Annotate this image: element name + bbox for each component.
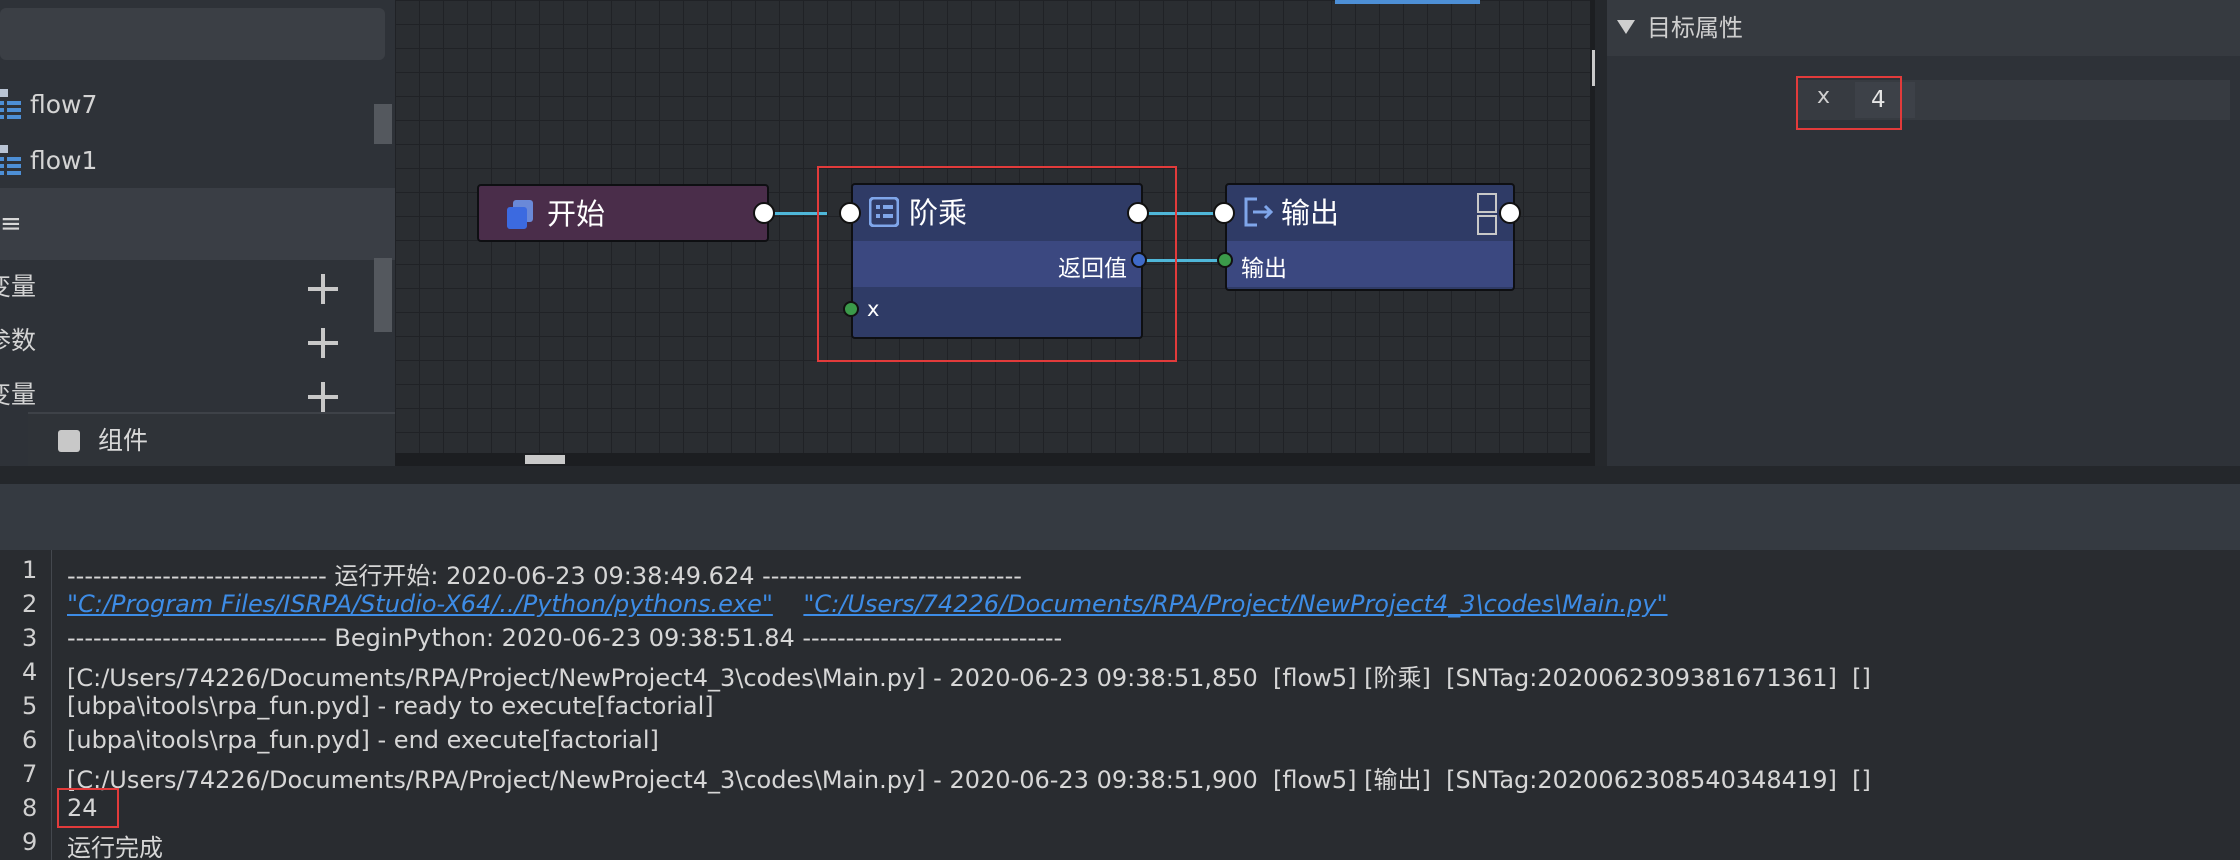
line-number: 3 [22, 624, 38, 652]
input-label: 输出 [1241, 256, 1287, 282]
console-line: [ubpa\itools\rpa_fun.pyd] - end execute[… [67, 726, 659, 754]
highlight-box [817, 166, 1177, 362]
node-start[interactable]: 开始 [477, 184, 769, 242]
left-scrollbar-thumb[interactable] [374, 258, 392, 332]
variables-header-label: ≡ [0, 209, 22, 239]
puzzle-icon [58, 430, 80, 452]
node-output[interactable]: 输出 输出 [1225, 183, 1515, 291]
var-row-label: 参数 [0, 326, 37, 355]
line-number: 8 [22, 794, 38, 822]
collapse-icon[interactable] [1477, 215, 1497, 235]
add-icon[interactable] [306, 380, 340, 414]
console-line: [C:/Users/74226/Documents/RPA/Project/Ne… [67, 664, 1871, 692]
active-tab-indicator [1335, 0, 1480, 4]
add-icon[interactable] [306, 272, 340, 306]
highlight-box [57, 788, 119, 828]
horizontal-splitter[interactable] [0, 466, 2240, 484]
canvas-horizontal-scroll-thumb[interactable] [525, 455, 565, 464]
flow-label: flow1 [30, 145, 98, 175]
flow-canvas[interactable]: 开始 阶乘 返回值 x 输出 输出 [395, 0, 1595, 466]
input-row: 输出 [1227, 241, 1513, 287]
console-line: [C:/Users/74226/Documents/RPA/Project/Ne… [67, 766, 1871, 794]
line-number: 9 [22, 828, 38, 856]
canvas-horizontal-scrollbar[interactable] [395, 453, 1590, 466]
search-input[interactable] [0, 8, 385, 60]
flow-label: flow7 [30, 89, 98, 119]
node-start-title: 开始 [547, 197, 606, 231]
var-row-label: 变量 [0, 380, 37, 409]
console-line: [ubpa\itools\rpa_fun.pyd] - ready to exe… [67, 692, 714, 720]
properties-title: 目标属性 [1647, 14, 1743, 42]
left-scrollbar-thumb[interactable] [374, 104, 392, 144]
output-input-port[interactable] [1217, 252, 1233, 268]
console-output: 1 ------------------------------ 运行开始: 2… [0, 550, 2240, 860]
console-line: ------------------------------ 运行开始: 202… [67, 562, 1022, 590]
flow-item[interactable]: flow1 [0, 136, 97, 184]
components-label: 组件 [97, 426, 148, 455]
output-in-port[interactable] [1213, 202, 1235, 224]
line-number: 6 [22, 726, 38, 754]
flow-icon [0, 143, 24, 177]
flow-item[interactable]: flow7 [0, 80, 97, 128]
left-panel: flow7 flow1 ≡ 变量 参数 变量 组件 [0, 0, 395, 466]
python-path-link[interactable]: "C:/Program Files/ISRPA/Studio-X64/../Py… [67, 590, 773, 618]
components-tab[interactable]: 组件 [28, 412, 395, 466]
line-number: 2 [22, 590, 38, 618]
variables-section-header[interactable]: ≡ [0, 188, 395, 260]
script-path-link[interactable]: "C:/Users/74226/Documents/RPA/Project/Ne… [803, 590, 1667, 618]
add-icon[interactable] [306, 326, 340, 360]
expand-icon[interactable] [1477, 193, 1497, 213]
collapse-triangle-icon[interactable] [1617, 20, 1635, 34]
console-line: 运行完成 [67, 834, 163, 860]
start-icon [507, 200, 535, 229]
properties-panel: 目标属性 x 4 [1607, 0, 2240, 466]
output-icon [1243, 197, 1274, 227]
line-number: 5 [22, 692, 38, 720]
console-line: ------------------------------ BeginPyth… [67, 624, 1063, 652]
var-row-params[interactable]: 参数 [0, 314, 346, 368]
highlight-box [1796, 76, 1902, 130]
console-line: "C:/Program Files/ISRPA/Studio-X64/../Py… [67, 590, 1668, 618]
var-row-label: 变量 [0, 272, 37, 301]
vertical-splitter[interactable] [1595, 0, 1607, 466]
properties-header[interactable]: 目标属性 [1607, 0, 2240, 56]
line-number: 7 [22, 760, 38, 788]
output-out-port[interactable] [1499, 202, 1521, 224]
console-toolbar [0, 484, 2240, 550]
line-number: 4 [22, 658, 38, 686]
flow-icon [0, 87, 24, 121]
start-out-port[interactable] [753, 202, 775, 224]
line-number: 1 [22, 556, 38, 584]
node-output-title: 输出 [1281, 196, 1340, 230]
var-row-variables[interactable]: 变量 [0, 260, 346, 314]
